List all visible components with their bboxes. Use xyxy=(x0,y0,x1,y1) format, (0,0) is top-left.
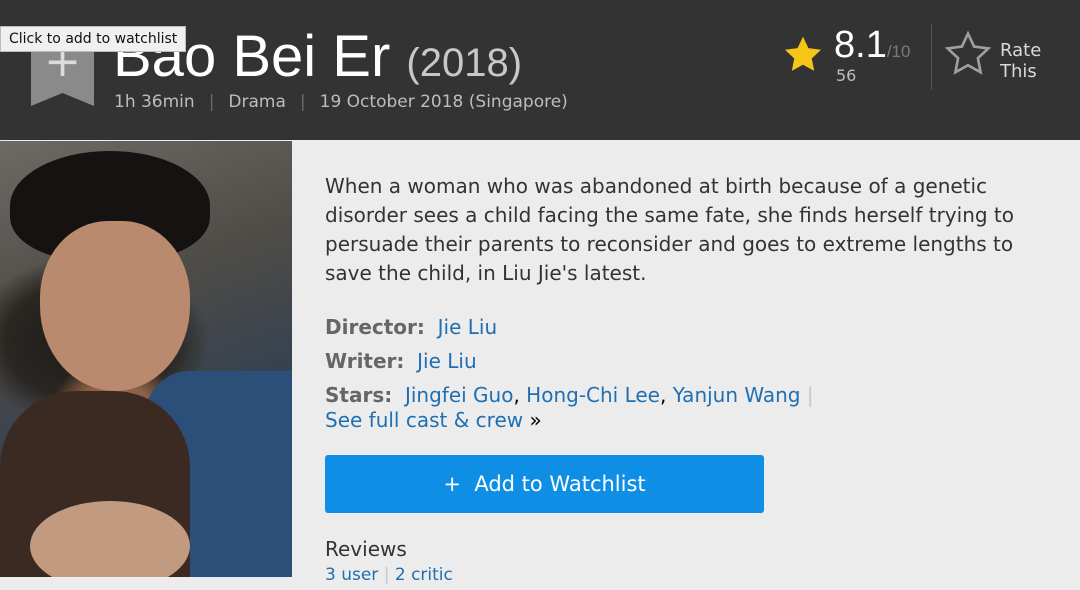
subtext-separator: | xyxy=(208,92,215,112)
title-subtext: 1h 36min | Drama | 19 October 2018 (Singapor… xyxy=(114,92,568,112)
credit-stars: Stars: Jingfei Guo, Hong-Chi Lee, Yanjun… xyxy=(325,382,814,408)
reviews-heading: Reviews xyxy=(325,537,407,561)
title-overview: When a woman who was abandoned at birth … xyxy=(292,141,1080,590)
title-year: (2018) xyxy=(406,41,523,85)
comma: , xyxy=(660,383,667,407)
user-reviews-link[interactable]: 3 user xyxy=(325,565,378,585)
star-link[interactable]: Hong-Chi Lee xyxy=(526,383,660,407)
writer-label: Writer: xyxy=(325,349,405,373)
plot-summary: When a woman who was abandoned at birth … xyxy=(325,174,1015,285)
reviews-separator: | xyxy=(383,565,390,585)
full-cast-row: See full cast & crew » xyxy=(325,407,542,433)
writer-link[interactable]: Jie Liu xyxy=(417,349,477,373)
rating-number: 8.1 xyxy=(834,24,887,66)
watchlist-tooltip: Click to add to watchlist xyxy=(0,26,187,52)
stars-label: Stars: xyxy=(325,383,393,407)
star-filled-icon xyxy=(784,36,822,71)
critic-reviews-link[interactable]: 2 critic xyxy=(395,565,453,585)
subtext-separator: | xyxy=(299,92,306,112)
star-outline-icon[interactable] xyxy=(944,30,992,78)
credit-writer: Writer: Jie Liu xyxy=(325,348,477,374)
comma: , xyxy=(513,383,520,407)
rating-best: /10 xyxy=(886,42,911,61)
title-header: + Bao Bei Er (2018) 1h 36min | Drama | 19 Oc… xyxy=(0,0,1080,140)
poster-image[interactable] xyxy=(0,141,292,577)
chevron-right-icon: » xyxy=(529,408,542,432)
genre-link[interactable]: Drama xyxy=(228,92,285,112)
poster-face xyxy=(40,221,190,391)
release-date-link[interactable]: 19 October 2018 (Singapore) xyxy=(320,92,568,112)
rate-label-line2: This xyxy=(1000,61,1037,82)
runtime: 1h 36min xyxy=(114,92,195,112)
rate-label-line1: Rate xyxy=(1000,40,1042,61)
rate-this-button[interactable]: Rate This xyxy=(1000,40,1041,82)
add-to-watchlist-label: Add to Watchlist xyxy=(474,472,646,496)
director-link[interactable]: Jie Liu xyxy=(438,315,498,339)
rating-divider xyxy=(931,24,932,90)
director-label: Director: xyxy=(325,315,425,339)
star-link[interactable]: Jingfei Guo xyxy=(405,383,514,407)
full-cast-link[interactable]: See full cast & crew xyxy=(325,408,523,432)
star-link[interactable]: Yanjun Wang xyxy=(673,383,801,407)
rating-count[interactable]: 56 xyxy=(836,66,856,85)
plus-icon: + xyxy=(443,472,461,496)
reviews-links: 3 user | 2 critic xyxy=(325,565,453,585)
add-to-watchlist-button[interactable]: + Add to Watchlist xyxy=(325,455,764,513)
credit-separator: | xyxy=(806,383,814,407)
credit-director: Director: Jie Liu xyxy=(325,314,497,340)
